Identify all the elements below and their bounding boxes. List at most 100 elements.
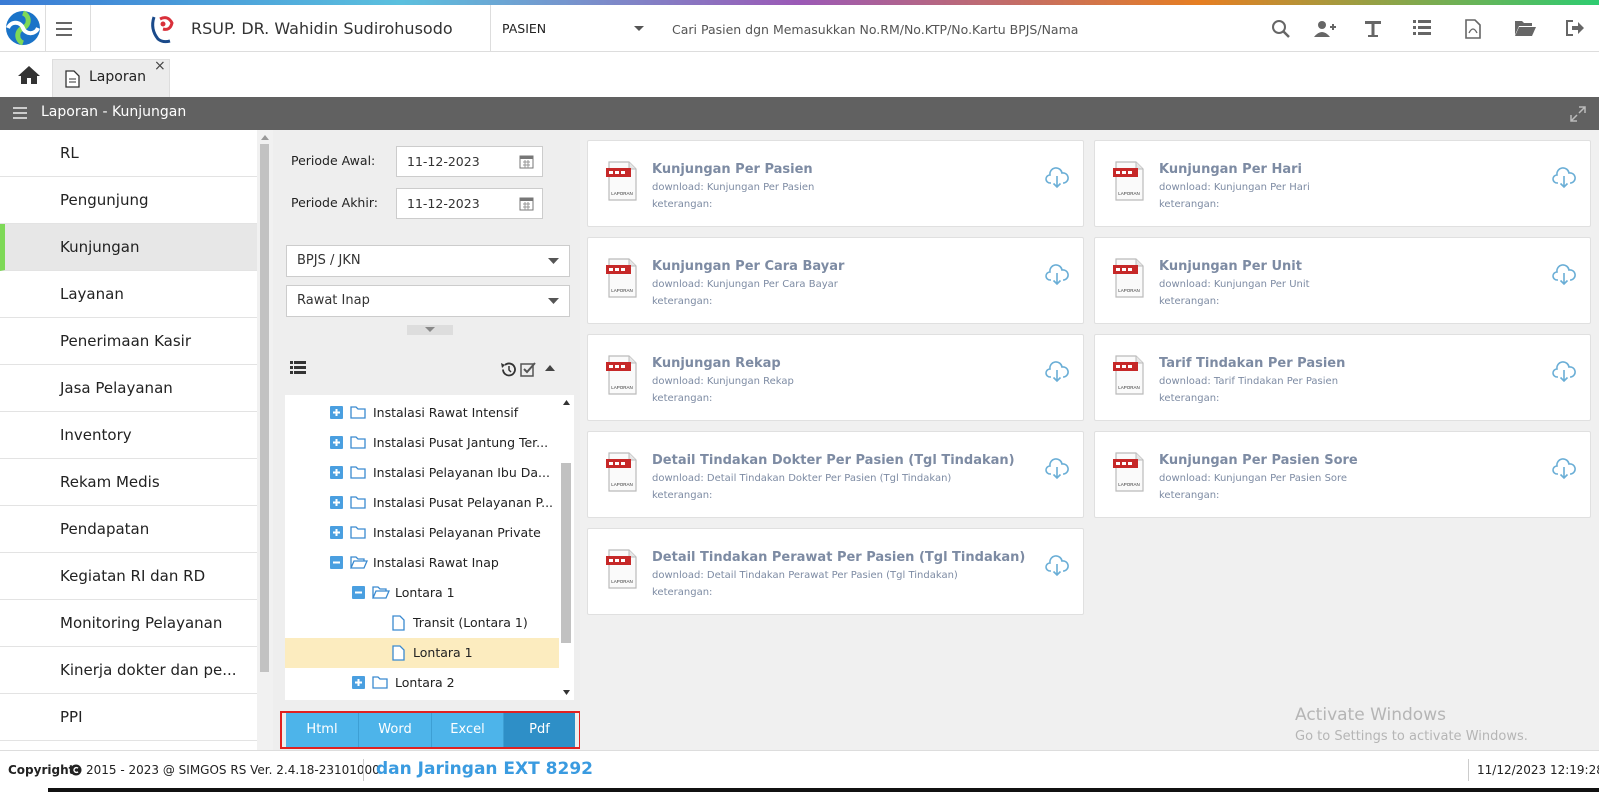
scroll-down-icon: [563, 690, 570, 695]
expand-icon[interactable]: [1570, 106, 1586, 122]
report-title[interactable]: Kunjungan Per Cara Bayar: [652, 259, 844, 274]
collapse-toggle[interactable]: [407, 325, 453, 335]
report-title[interactable]: Detail Tindakan Perawat Per Pasien (Tgl …: [652, 550, 1025, 565]
periode-akhir-input[interactable]: 11-12-2023: [396, 188, 543, 219]
expand-plus-icon: [330, 436, 343, 449]
cloud-download-icon[interactable]: [1045, 167, 1069, 189]
export-pdf-button[interactable]: Pdf: [504, 713, 575, 747]
tree-scrollbar[interactable]: [559, 395, 574, 700]
report-card[interactable]: LAPORAN Kunjungan Rekap download: Kunjun…: [587, 334, 1084, 421]
svg-text:LAPORAN: LAPORAN: [611, 385, 633, 390]
patient-search-input[interactable]: Cari Pasien dgn Memasukkan No.RM/No.KTP/…: [672, 22, 1078, 37]
check-square-icon[interactable]: [520, 362, 536, 377]
sidebar-item-kunjungan[interactable]: Kunjungan: [0, 224, 257, 271]
export-excel-button[interactable]: Excel: [432, 713, 504, 747]
report-card[interactable]: LAPORAN Detail Tindakan Perawat Per Pasi…: [587, 528, 1084, 615]
pdf-report-icon: LAPORAN: [1113, 355, 1144, 395]
sidebar-item-jasa-pelayanan[interactable]: Jasa Pelayanan: [0, 365, 257, 412]
report-keterangan: keterangan:: [652, 393, 713, 404]
sidebar-item-layanan[interactable]: Layanan: [0, 271, 257, 318]
report-card[interactable]: LAPORAN Kunjungan Per Cara Bayar downloa…: [587, 237, 1084, 324]
copyright-text: 2015 - 2023 @ SIMGOS RS Ver. 2.4.18-2310…: [86, 763, 380, 777]
copyright-label: Copyright: [8, 763, 75, 777]
report-download-text: download: Kunjungan Rekap: [652, 376, 794, 387]
report-title[interactable]: Detail Tindakan Dokter Per Pasien (Tgl T…: [652, 453, 1015, 468]
cloud-download-icon[interactable]: [1552, 264, 1576, 286]
expand-plus-icon: [330, 406, 343, 419]
app-logo[interactable]: [4, 9, 42, 47]
sidebar-item-kinerja-dokter[interactable]: Kinerja dokter dan pe...: [0, 647, 257, 694]
text-icon[interactable]: [1364, 19, 1386, 41]
sidebar-scrollbar[interactable]: [257, 130, 273, 750]
tab-label: Laporan: [89, 69, 147, 85]
jenis-kunjungan-select[interactable]: Rawat Inap: [286, 285, 570, 317]
report-card[interactable]: LAPORAN Kunjungan Per Hari download: Kun…: [1094, 140, 1591, 227]
footer-datetime: 11/12/2023 12:19:28: [1477, 763, 1599, 777]
pdf-report-icon: LAPORAN: [606, 258, 637, 298]
cloud-download-icon[interactable]: [1552, 361, 1576, 383]
sidebar-item-rl[interactable]: RL: [0, 130, 257, 177]
svg-text:LAPORAN: LAPORAN: [1118, 482, 1140, 487]
sidebar-item-kegiatan-ri-rd[interactable]: Kegiatan RI dan RD: [0, 553, 257, 600]
report-title[interactable]: Kunjungan Per Unit: [1159, 259, 1302, 274]
cloud-download-icon[interactable]: [1045, 458, 1069, 480]
tree-item-label: Lontara 2: [395, 675, 455, 690]
top-bar: RSUP. DR. Wahidin Sudirohusodo PASIEN Ca…: [0, 5, 1599, 52]
report-title[interactable]: Kunjungan Per Pasien Sore: [1159, 453, 1358, 468]
unit-tree: Instalasi Rawat Intensif Instalasi Pusat…: [285, 395, 559, 700]
report-card[interactable]: LAPORAN Kunjungan Per Unit download: Kun…: [1094, 237, 1591, 324]
chevron-up-icon[interactable]: [545, 365, 555, 372]
report-card[interactable]: LAPORAN Kunjungan Per Pasien download: K…: [587, 140, 1084, 227]
logout-icon[interactable]: [1565, 19, 1587, 41]
expand-plus-icon: [330, 466, 343, 479]
folder-open-icon: [372, 586, 390, 599]
search-icon[interactable]: [1271, 19, 1293, 41]
report-title[interactable]: Kunjungan Per Hari: [1159, 162, 1302, 177]
sidebar-item-penerimaan-kasir[interactable]: Penerimaan Kasir: [0, 318, 257, 365]
periode-awal-input[interactable]: 11-12-2023: [396, 146, 543, 177]
document-icon: [65, 70, 80, 88]
cloud-download-icon[interactable]: [1552, 167, 1576, 189]
sidebar-item-pendapatan[interactable]: Pendapatan: [0, 506, 257, 553]
pdf-report-icon: LAPORAN: [606, 355, 637, 395]
report-title[interactable]: Kunjungan Rekap: [652, 356, 781, 371]
tree-list-icon[interactable]: [290, 361, 306, 374]
home-icon[interactable]: [17, 65, 41, 85]
chevron-down-icon: [548, 298, 559, 304]
list-icon[interactable]: [1413, 19, 1435, 41]
export-html-button[interactable]: Html: [286, 713, 359, 747]
periode-awal-label: Periode Awal:: [291, 153, 376, 168]
folder-icon: [350, 406, 366, 419]
pdf-report-icon: LAPORAN: [1113, 161, 1144, 201]
report-card[interactable]: LAPORAN Kunjungan Per Pasien Sore downlo…: [1094, 431, 1591, 518]
report-title[interactable]: Kunjungan Per Pasien: [652, 162, 813, 177]
tree-item-selected[interactable]: Lontara 1: [285, 638, 559, 668]
cara-bayar-select[interactable]: BPJS / JKN: [286, 245, 570, 277]
report-card[interactable]: LAPORAN Detail Tindakan Dokter Per Pasie…: [587, 431, 1084, 518]
cloud-download-icon[interactable]: [1045, 264, 1069, 286]
expand-plus-icon: [352, 676, 365, 689]
cloud-download-icon[interactable]: [1045, 361, 1069, 383]
sidebar-item-pengunjung[interactable]: Pengunjung: [0, 177, 257, 224]
jenis-kunjungan-value: Rawat Inap: [297, 293, 370, 308]
report-card[interactable]: LAPORAN Tarif Tindakan Per Pasien downlo…: [1094, 334, 1591, 421]
pdf-file-icon[interactable]: [1465, 19, 1487, 41]
report-title[interactable]: Tarif Tindakan Per Pasien: [1159, 356, 1345, 371]
sidebar-item-ppi[interactable]: PPI: [0, 694, 257, 741]
activate-windows-subtitle: Go to Settings to activate Windows.: [1295, 729, 1528, 744]
cloud-download-icon[interactable]: [1045, 555, 1069, 577]
sidebar-item-rekam-medis[interactable]: Rekam Medis: [0, 459, 257, 506]
folder-open-icon[interactable]: [1514, 19, 1536, 41]
sidebar-item-inventory[interactable]: Inventory: [0, 412, 257, 459]
report-download-text: download: Kunjungan Per Unit: [1159, 279, 1310, 290]
search-category-value: PASIEN: [502, 21, 547, 36]
cloud-download-icon[interactable]: [1552, 458, 1576, 480]
history-icon[interactable]: [500, 362, 516, 377]
search-category-select[interactable]: PASIEN: [498, 17, 651, 41]
add-user-icon[interactable]: [1314, 19, 1336, 41]
tab-close-icon[interactable]: ×: [154, 58, 166, 74]
menu-toggle-icon[interactable]: [56, 21, 76, 37]
tab-laporan[interactable]: Laporan ×: [52, 58, 170, 97]
sidebar-item-monitoring-pelayanan[interactable]: Monitoring Pelayanan: [0, 600, 257, 647]
export-word-button[interactable]: Word: [359, 713, 432, 747]
